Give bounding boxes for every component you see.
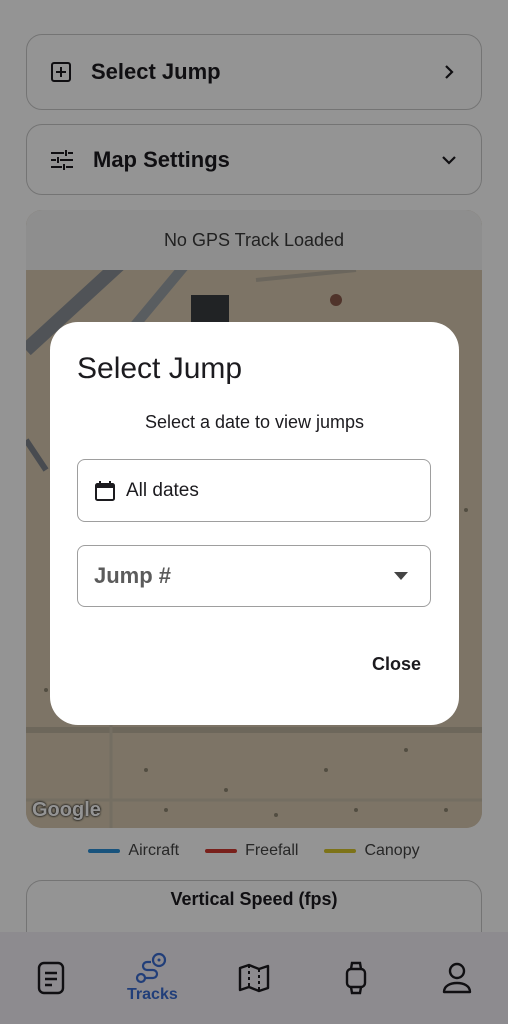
- jump-number-dropdown[interactable]: Jump #: [77, 545, 431, 607]
- date-picker-value: All dates: [126, 479, 199, 501]
- close-button[interactable]: Close: [372, 654, 421, 675]
- calendar-icon: [95, 480, 115, 501]
- dropdown-arrow-icon: [394, 572, 408, 580]
- dialog-title: Select Jump: [77, 352, 243, 385]
- dialog-subtitle: Select a date to view jumps: [144, 412, 365, 432]
- jump-number-placeholder: Jump #: [94, 563, 172, 588]
- date-picker-field[interactable]: All dates: [77, 459, 431, 522]
- select-jump-dialog: Select Jump Select a date to view jumps …: [50, 322, 459, 725]
